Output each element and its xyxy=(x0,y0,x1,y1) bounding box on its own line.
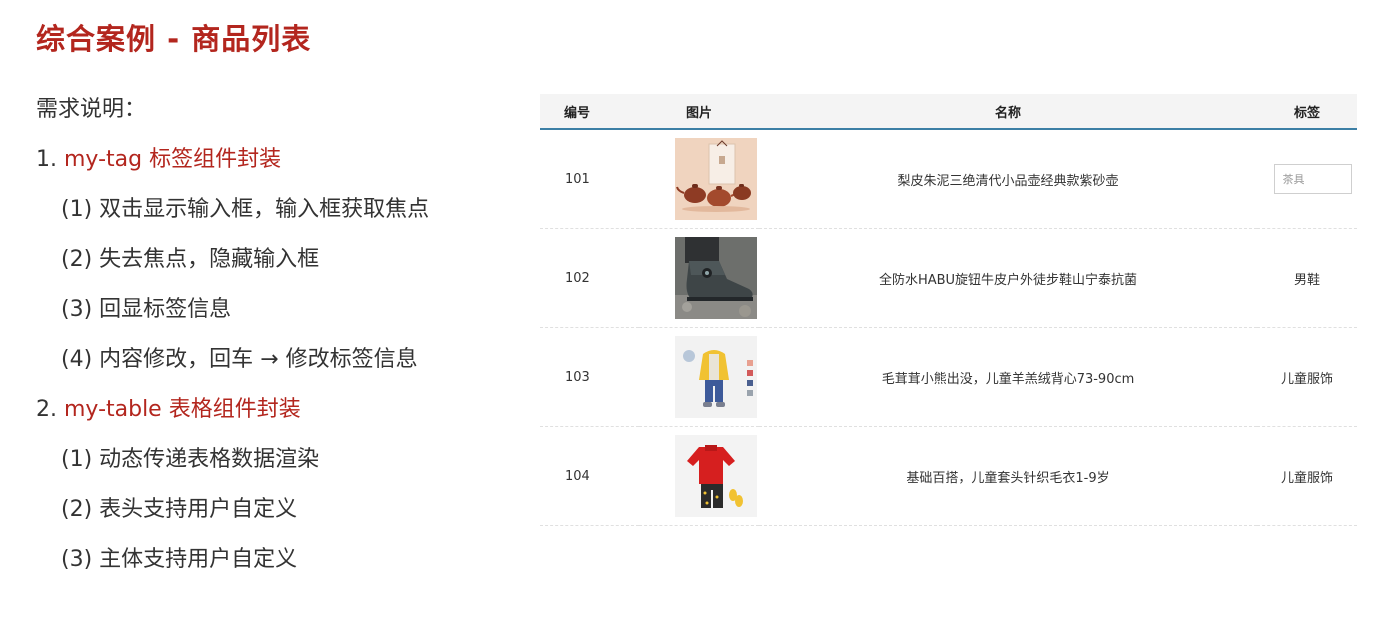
product-tag[interactable]: 男鞋 xyxy=(1257,228,1357,328)
requirements-heading: 需求说明： xyxy=(36,97,147,122)
requirement-sub: (1) 动态传递表格数据渲染 xyxy=(61,447,320,472)
table-row: 104 基础百搭，儿童套头针织毛衣1-9岁 儿童服饰 xyxy=(540,426,1357,526)
column-header-id: 编号 xyxy=(540,94,639,130)
requirement-sub: (1) 双击显示输入框，输入框获取焦点 xyxy=(61,197,430,222)
product-id: 102 xyxy=(540,228,639,328)
page-title: 综合案例 - 商品列表 xyxy=(36,22,312,56)
product-name: 梨皮朱泥三绝清代小品壶经典款紫砂壶 xyxy=(759,129,1257,229)
requirement-sub: (3) 回显标签信息 xyxy=(61,297,232,322)
requirement-item-2: 2. my-table 表格组件封装 xyxy=(36,392,429,442)
kids-sweater-outfit-product-image xyxy=(675,435,757,517)
requirement-label: my-tag 标签组件封装 xyxy=(64,147,282,172)
table-row: 102 全防水HABU旋钮牛皮户外徒步鞋山宁泰抗菌 男鞋 xyxy=(540,228,1357,328)
requirement-sub: (2) 失去焦点，隐藏输入框 xyxy=(61,247,320,272)
teapot-product-image xyxy=(675,138,757,220)
product-name: 全防水HABU旋钮牛皮户外徒步鞋山宁泰抗菌 xyxy=(759,228,1257,328)
product-tag[interactable]: 儿童服饰 xyxy=(1257,426,1357,526)
requirement-number: 2. xyxy=(36,397,57,422)
table-row: 103 毛茸茸小熊出没，儿童羊羔绒背心73-90cm 儿童服饰 xyxy=(540,327,1357,427)
product-id: 103 xyxy=(540,327,639,427)
requirement-number: 1. xyxy=(36,147,57,172)
product-id: 101 xyxy=(540,129,639,229)
requirement-sub: (3) 主体支持用户自定义 xyxy=(61,547,298,572)
requirement-label: my-table 表格组件封装 xyxy=(64,397,301,422)
requirements-list: 需求说明： 1. my-tag 标签组件封装 (1) 双击显示输入框，输入框获取… xyxy=(36,92,429,592)
column-header-name: 名称 xyxy=(759,94,1257,130)
column-header-tag: 标签 xyxy=(1257,94,1357,130)
product-name: 基础百搭，儿童套头针织毛衣1-9岁 xyxy=(759,426,1257,526)
product-table: 编号 图片 名称 标签 101 梨皮朱泥三绝清代小品壶经典款紫砂壶 茶具 102… xyxy=(540,94,1357,526)
kids-vest-outfit-product-image xyxy=(675,336,757,418)
requirement-sub: (2) 表头支持用户自定义 xyxy=(61,497,298,522)
table-header-row: 编号 图片 名称 标签 xyxy=(540,94,1357,130)
product-tag[interactable]: 儿童服饰 xyxy=(1257,327,1357,427)
product-name: 毛茸茸小熊出没，儿童羊羔绒背心73-90cm xyxy=(759,327,1257,427)
hiking-shoe-product-image xyxy=(675,237,757,319)
product-id: 104 xyxy=(540,426,639,526)
requirement-sub: (4) 内容修改，回车 → 修改标签信息 xyxy=(61,347,418,372)
column-header-image: 图片 xyxy=(639,94,759,130)
table-row: 101 梨皮朱泥三绝清代小品壶经典款紫砂壶 茶具 xyxy=(540,129,1357,229)
requirement-item-1: 1. my-tag 标签组件封装 xyxy=(36,142,429,192)
tag-edit-input[interactable] xyxy=(1273,164,1352,194)
